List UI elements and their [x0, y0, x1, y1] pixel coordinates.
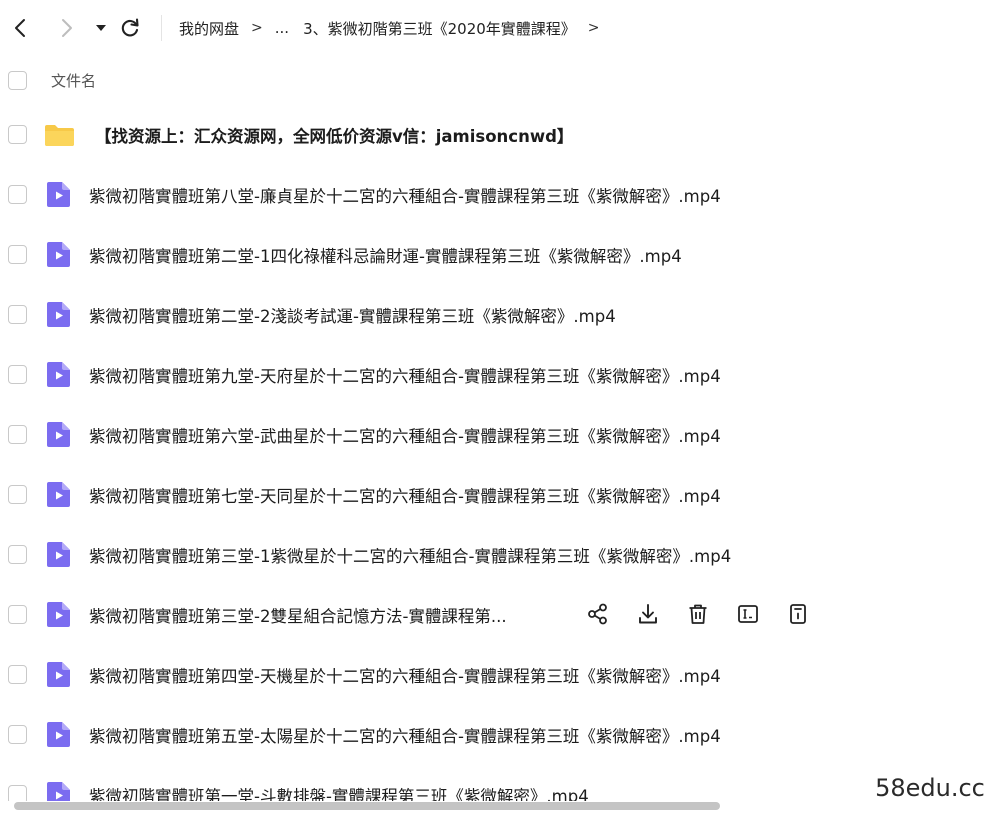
row-checkbox[interactable]	[8, 485, 27, 504]
folder-icon	[45, 125, 74, 146]
details-icon	[790, 604, 806, 624]
breadcrumb-ellipsis[interactable]: ...	[275, 19, 289, 37]
top-toolbar: 我的网盘 > ... 3、紫微初階第三班《2020年實體課程》 >	[0, 0, 996, 56]
row-checkbox[interactable]	[8, 305, 27, 324]
row-checkbox[interactable]	[8, 125, 27, 144]
refresh-button[interactable]	[118, 14, 142, 42]
download-button[interactable]	[635, 601, 661, 627]
toolbar-divider	[161, 15, 162, 41]
forward-button[interactable]	[55, 14, 79, 42]
row-checkbox[interactable]	[8, 785, 27, 801]
breadcrumb-separator: >	[251, 20, 263, 36]
share-button[interactable]	[585, 601, 611, 627]
back-button[interactable]	[8, 14, 32, 42]
video-file-icon	[47, 482, 70, 507]
row-checkbox[interactable]	[8, 725, 27, 744]
row-checkbox[interactable]	[8, 425, 27, 444]
row-checkbox[interactable]	[8, 365, 27, 384]
video-file-icon	[47, 362, 70, 387]
rename-icon	[738, 605, 758, 623]
video-file-icon	[47, 602, 70, 627]
caret-down-icon	[96, 25, 106, 31]
breadcrumb-root[interactable]: 我的网盘	[179, 18, 239, 39]
video-file-icon	[47, 542, 70, 567]
watermark: 58edu.cc	[870, 768, 990, 808]
trash-icon	[689, 604, 707, 624]
file-name[interactable]: 紫微初階實體班第一堂-斗數排盤-實體課程第三班《紫微解密》.mp4	[89, 783, 589, 801]
file-name[interactable]: 紫微初階實體班第四堂-天機星於十二宮的六種組合-實體課程第三班《紫微解密》.mp…	[89, 663, 721, 687]
breadcrumb: 我的网盘 > ... 3、紫微初階第三班《2020年實體課程》 >	[179, 16, 612, 40]
list-item[interactable]: 紫微初階實體班第六堂-武曲星於十二宮的六種組合-實體課程第三班《紫微解密》.mp…	[0, 411, 996, 457]
file-list-header: 文件名	[0, 64, 996, 98]
file-name[interactable]: 紫微初階實體班第二堂-1四化祿權科忌論財運-實體課程第三班《紫微解密》.mp4	[89, 243, 682, 267]
row-actions	[585, 601, 835, 627]
delete-button[interactable]	[685, 601, 711, 627]
video-file-icon	[47, 722, 70, 747]
list-item[interactable]: 紫微初階實體班第四堂-天機星於十二宮的六種組合-實體課程第三班《紫微解密》.mp…	[0, 651, 996, 697]
column-header-filename[interactable]: 文件名	[51, 70, 96, 91]
select-all-checkbox[interactable]	[8, 71, 27, 90]
list-item[interactable]: 紫微初階實體班第一堂-斗數排盤-實體課程第三班《紫微解密》.mp4	[0, 771, 996, 801]
refresh-icon	[121, 18, 139, 37]
list-item[interactable]: 紫微初階實體班第七堂-天同星於十二宮的六種組合-實體課程第三班《紫微解密》.mp…	[0, 471, 996, 517]
breadcrumb-current-folder[interactable]: 3、紫微初階第三班《2020年實體課程》	[303, 18, 576, 39]
video-file-icon	[47, 182, 70, 207]
file-name[interactable]: 紫微初階實體班第三堂-1紫微星於十二宮的六種組合-實體課程第三班《紫微解密》.m…	[89, 543, 731, 567]
row-checkbox[interactable]	[8, 545, 27, 564]
video-file-icon	[47, 782, 70, 801]
video-file-icon	[47, 662, 70, 687]
file-name[interactable]: 紫微初階實體班第二堂-2淺談考試運-實體課程第三班《紫微解密》.mp4	[89, 303, 616, 327]
download-icon	[639, 604, 657, 624]
list-item[interactable]: 紫微初階實體班第三堂-1紫微星於十二宮的六種組合-實體課程第三班《紫微解密》.m…	[0, 531, 996, 577]
list-item[interactable]: 紫微初階實體班第八堂-廉貞星於十二宮的六種組合-實體課程第三班《紫微解密》.mp…	[0, 171, 996, 217]
file-name[interactable]: 紫微初階實體班第七堂-天同星於十二宮的六種組合-實體課程第三班《紫微解密》.mp…	[89, 483, 721, 507]
horizontal-scrollbar[interactable]	[14, 802, 720, 810]
video-file-icon	[47, 302, 70, 327]
list-item[interactable]: 紫微初階實體班第二堂-1四化祿權科忌論財運-實體課程第三班《紫微解密》.mp4	[0, 231, 996, 277]
row-checkbox[interactable]	[8, 605, 27, 624]
row-checkbox[interactable]	[8, 185, 27, 204]
breadcrumb-separator[interactable]: >	[588, 20, 600, 36]
share-icon	[588, 603, 607, 625]
list-item[interactable]: 紫微初階實體班第五堂-太陽星於十二宮的六種組合-實體課程第三班《紫微解密》.mp…	[0, 711, 996, 757]
list-item-hovered[interactable]: 紫微初階實體班第三堂-2雙星組合記憶方法-實體課程第...	[0, 591, 996, 637]
row-checkbox[interactable]	[8, 245, 27, 264]
more-button[interactable]	[785, 601, 811, 627]
file-name[interactable]: 紫微初階實體班第八堂-廉貞星於十二宮的六種組合-實體課程第三班《紫微解密》.mp…	[89, 183, 721, 207]
list-item[interactable]: 【找资源上：汇众资源网，全网低价资源v信：jamisoncnwd】	[0, 111, 996, 157]
file-name[interactable]: 紫微初階實體班第九堂-天府星於十二宮的六種組合-實體課程第三班《紫微解密》.mp…	[89, 363, 721, 387]
row-checkbox[interactable]	[8, 665, 27, 684]
file-name[interactable]: 【找资源上：汇众资源网，全网低价资源v信：jamisoncnwd】	[95, 123, 573, 147]
video-file-icon	[47, 242, 70, 267]
file-name[interactable]: 紫微初階實體班第三堂-2雙星組合記憶方法-實體課程第...	[89, 603, 507, 627]
file-name[interactable]: 紫微初階實體班第五堂-太陽星於十二宮的六種組合-實體課程第三班《紫微解密》.mp…	[89, 723, 721, 747]
list-item[interactable]: 紫微初階實體班第二堂-2淺談考試運-實體課程第三班《紫微解密》.mp4	[0, 291, 996, 337]
chevron-right-icon	[62, 19, 72, 37]
video-file-icon	[47, 422, 70, 447]
rename-button[interactable]	[735, 601, 761, 627]
file-name[interactable]: 紫微初階實體班第六堂-武曲星於十二宮的六種組合-實體課程第三班《紫微解密》.mp…	[89, 423, 721, 447]
history-dropdown-button[interactable]	[89, 14, 113, 42]
list-item[interactable]: 紫微初階實體班第九堂-天府星於十二宮的六種組合-實體課程第三班《紫微解密》.mp…	[0, 351, 996, 397]
chevron-left-icon	[15, 19, 25, 37]
